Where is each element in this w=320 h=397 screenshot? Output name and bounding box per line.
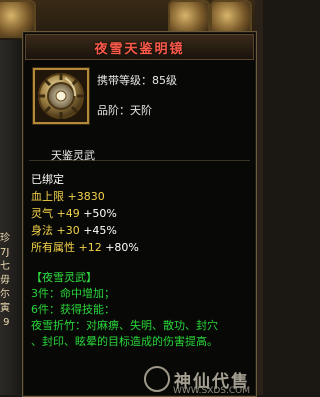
item-type: 天鉴灵武 [51, 149, 95, 162]
stat-value: +3830 [67, 190, 105, 203]
stat-value: +12 [78, 241, 102, 254]
stats-block: 已绑定 血上限 +3830 灵气 +49 +50% 身法 +30 +45% 所有… [31, 171, 256, 256]
set-line: 夜雪折竹：对麻痹、失明、散功、封穴 [31, 319, 218, 332]
stat-percent: +45% [83, 224, 117, 237]
stat-value: +30 [56, 224, 80, 237]
stat-name: 身法 [31, 224, 53, 237]
side-list-item: 9 [0, 317, 10, 328]
item-icon-frame [33, 68, 89, 124]
stat-name: 血上限 [31, 190, 64, 203]
side-list-item: 毋 [0, 275, 10, 286]
set-line: 6件：获得技能： [31, 303, 115, 316]
stat-row: 身法 +30 +45% [31, 222, 256, 239]
tooltip-title-bar: 夜雪天鉴明镜 [25, 34, 254, 60]
watermark: 神仙代售 WWW.SXDS.COM [144, 366, 250, 396]
stat-name: 灵气 [31, 207, 53, 220]
tooltip-header: 携带等级：85级 品阶：天阶 天鉴灵武 [31, 66, 248, 162]
background-left-panel [0, 40, 23, 395]
mirror-icon [35, 70, 87, 122]
set-line: 3件：命中增加； [31, 287, 115, 300]
side-list-item: 七 [0, 261, 10, 272]
carry-level: 携带等级：85级 [97, 74, 177, 87]
stat-name: 所有属性 [31, 241, 75, 254]
background-side-list: 珍 7J 七 毋 尓 寅 9 [0, 232, 24, 330]
stat-percent: +80% [105, 241, 139, 254]
side-list-item: 珍 [0, 233, 10, 244]
item-name: 夜雪天鉴明镜 [94, 41, 185, 57]
set-line: 、封印、眩晕的目标造成的伤害提高。 [31, 335, 218, 348]
side-list-item: 寅 [0, 303, 10, 314]
set-bonus-block: 【夜雪灵武】 3件：命中增加； 6件：获得技能： 夜雪折竹：对麻痹、失明、散功、… [31, 270, 256, 350]
bound-status: 已绑定 [31, 173, 64, 186]
watermark-logo-icon [144, 366, 170, 392]
stat-value: +49 [56, 207, 80, 220]
stat-row: 灵气 +49 +50% [31, 205, 256, 222]
item-tooltip: 夜雪天鉴明镜 携带等级：85级 品阶：天阶 天鉴灵武 已绑定 血上限 +3830… [22, 31, 257, 397]
item-rank: 品阶：天阶 [97, 104, 152, 117]
side-list-item: 7J [0, 247, 10, 258]
stat-percent: +50% [83, 207, 117, 220]
set-title: 【夜雪灵武】 [31, 271, 97, 284]
stat-row: 血上限 +3830 [31, 188, 256, 205]
stat-row: 所有属性 +12 +80% [31, 239, 256, 256]
side-list-item: 尓 [0, 289, 10, 300]
